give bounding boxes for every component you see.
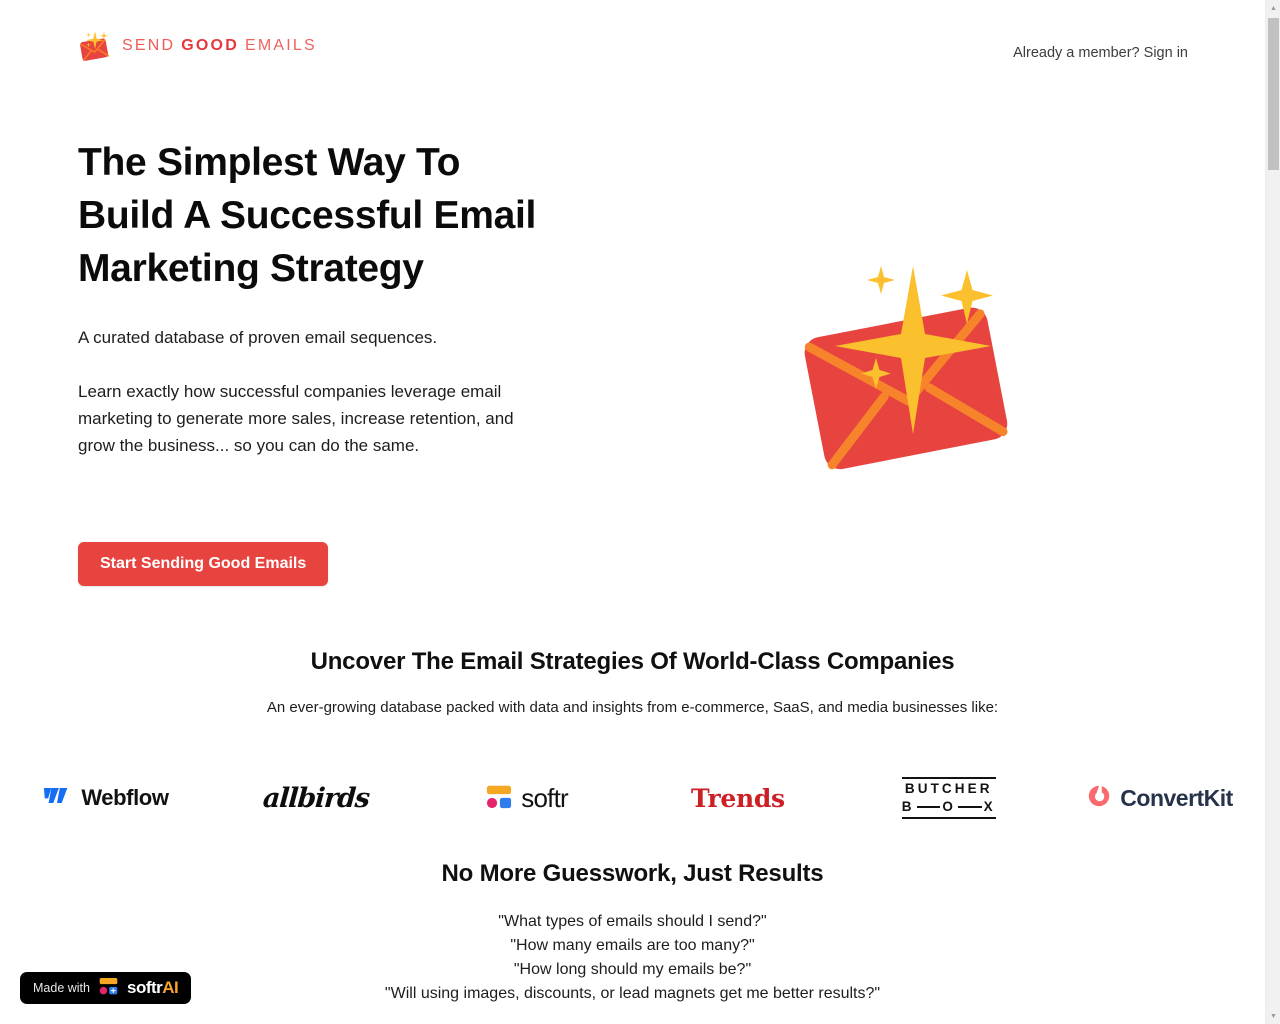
brands-section-title: Uncover The Email Strategies Of World-Cl… — [310, 648, 955, 675]
brands-section-subtitle: An ever-growing database packed with dat… — [266, 699, 999, 716]
badge-brand-softr: softr — [126, 978, 163, 997]
logo-softr: softr — [422, 768, 633, 828]
butcherbox-logo-icon: BUTCHER B O X — [901, 777, 996, 819]
webflow-logo-label: Webflow — [81, 785, 169, 810]
brands-section: Uncover The Email Strategies Of World-Cl… — [0, 648, 1265, 819]
logo-allbirds: allbirds — [211, 768, 422, 828]
butcherbox-letter-b: B — [901, 799, 915, 814]
brand-word-send: SEND — [122, 37, 176, 54]
page-root: SEND GOOD EMAILS Already a member? Sign in… — [0, 0, 1280, 1024]
logo-webflow: Webflow — [0, 768, 211, 828]
softr-mark-icon — [99, 976, 118, 1000]
logo-trends: Trends — [633, 768, 844, 828]
butcherbox-dash-left — [916, 806, 941, 808]
badge-softr-wordmark: softrAI — [126, 978, 179, 998]
convertkit-logo-icon — [1086, 783, 1112, 814]
hero-copy: The Simplest Way To Build A Successful E… — [78, 136, 638, 459]
butcherbox-line-butcher: BUTCHER — [904, 781, 993, 796]
brand-wordmark: SEND GOOD EMAILS — [122, 38, 317, 54]
hero-title-line-1: The Simplest Way To — [78, 141, 461, 184]
webflow-logo-icon — [42, 786, 72, 810]
hero-title-line-3: Marketing Strategy — [78, 247, 424, 290]
butcherbox-rule-bottom — [901, 817, 996, 819]
brand-logo-link[interactable]: SEND GOOD EMAILS — [78, 29, 317, 63]
trends-logo-icon: Trends — [691, 783, 785, 813]
partner-logo-row: Webflow allbirds softr Trends BUTCHER B … — [0, 768, 1265, 828]
page-title: The Simplest Way To Build A Successful E… — [78, 136, 638, 295]
convertkit-logo-label: ConvertKit — [1120, 784, 1233, 811]
guesswork-section-title: No More Guesswork, Just Results — [441, 860, 824, 887]
sparkling-envelope-illustration — [795, 248, 1035, 498]
scrollbar-thumb[interactable] — [1268, 18, 1279, 170]
badge-made-with-label: Made with — [33, 981, 90, 995]
list-item: "What types of emails should I send?" — [498, 913, 767, 930]
hero-body-text: Learn exactly how successful companies l… — [78, 382, 514, 455]
butcherbox-line-box: B O X — [902, 799, 996, 815]
hero-title-line-2: Build A Successful Email — [78, 194, 537, 237]
list-item: "How many emails are too many?" — [510, 937, 755, 954]
brand-word-good: GOOD — [181, 37, 239, 54]
hero-subtitle: A curated database of proven email seque… — [78, 328, 438, 347]
butcherbox-dash-right — [957, 806, 982, 808]
logo-convertkit: ConvertKit — [1054, 768, 1265, 828]
scroll-down-arrow-icon[interactable]: ▼ — [1266, 1008, 1280, 1024]
sparkle-envelope-logo-icon — [78, 29, 112, 63]
made-with-softr-badge[interactable]: Made with softrAI — [20, 972, 192, 1004]
sign-in-link[interactable]: Already a member? Sign in — [1013, 45, 1188, 61]
softr-logo-label: softr — [521, 782, 568, 813]
badge-brand-ai: AI — [162, 978, 179, 997]
butcherbox-letter-x: X — [983, 799, 996, 814]
brand-word-emails: EMAILS — [244, 37, 317, 54]
butcherbox-rule-top — [901, 777, 996, 779]
vertical-scrollbar[interactable]: ▲ ▼ — [1265, 0, 1280, 1024]
logo-butcherbox: BUTCHER B O X — [843, 768, 1054, 828]
scroll-up-arrow-icon[interactable]: ▲ — [1266, 0, 1280, 16]
start-sending-good-emails-button[interactable]: Start Sending Good Emails — [78, 542, 329, 586]
allbirds-logo-icon: allbirds — [262, 782, 371, 814]
softr-logo-icon — [486, 783, 512, 814]
butcherbox-letter-o: O — [942, 799, 956, 814]
site-header: SEND GOOD EMAILS Already a member? Sign in — [0, 0, 1265, 108]
